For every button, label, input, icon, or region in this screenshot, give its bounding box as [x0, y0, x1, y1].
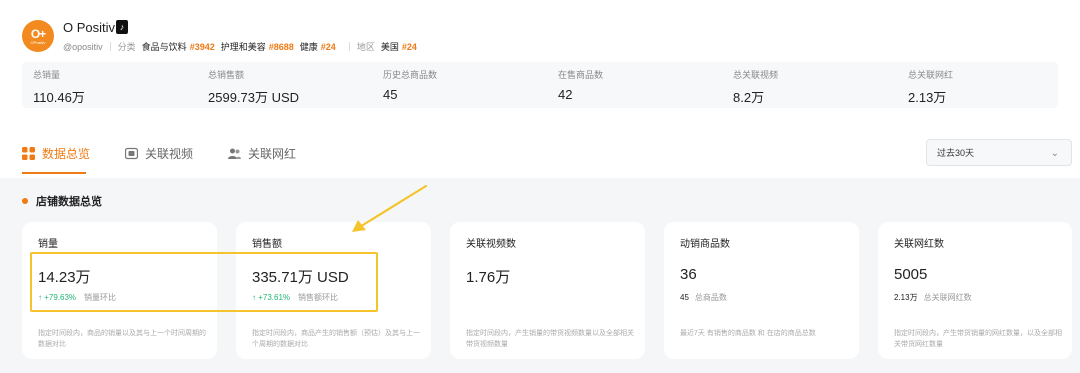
date-range-select[interactable]: 过去30天 ⌄: [926, 139, 1072, 166]
tab-linked-videos[interactable]: 关联视频: [125, 145, 193, 162]
stat-linked-influencers: 总关联网红 2.13万: [908, 68, 953, 106]
sub-label: 总商品数: [694, 293, 727, 302]
stat-label: 总销量: [33, 70, 61, 80]
tab-label: 数据总览: [42, 147, 91, 161]
stat-history-products: 历史总商品数 45: [383, 68, 437, 102]
category-label: 分类: [117, 42, 136, 52]
shop-handle: @opositiv: [63, 41, 103, 52]
delta-label: 销量环比: [84, 293, 117, 302]
tab-bar: 数据总览 关联视频 关联网红: [0, 135, 1080, 175]
users-icon: [228, 148, 241, 159]
card-title: 关联网红数: [894, 239, 944, 250]
region-rank: #24: [401, 41, 417, 52]
stat-total-revenue: 总销售额 2599.73万 USD: [208, 68, 299, 106]
date-range-value: 过去30天: [937, 148, 975, 158]
stat-label: 历史总商品数: [383, 70, 438, 80]
delta-value: ↑ +73.61%: [252, 293, 291, 302]
shop-name: O Positiv: [63, 20, 116, 35]
card-title: 动销商品数: [680, 239, 730, 250]
tab-overview[interactable]: 数据总览: [22, 145, 90, 162]
category-rank: #3942: [189, 41, 215, 52]
metric-card-linked-videos: 关联视频数 1.76万 指定时间段内，产生销量的带货视频数量以及全部相关带货视频…: [450, 222, 645, 359]
delta-label: 销售额环比: [298, 293, 339, 302]
stat-value: 110.46万: [33, 90, 85, 105]
section-title-text: 店铺数据总览: [36, 196, 102, 208]
card-description: 指定时间段内，产生销量的带货视频数量以及全部相关带货视频数量: [466, 330, 634, 348]
annotation-arrow-icon: [352, 184, 428, 232]
card-delta: ↑ +79.63% 销量环比: [38, 292, 116, 303]
stat-label: 总关联视频: [733, 70, 779, 80]
shop-header: O+ OPositiv O Positiv ♪ @opositiv 分类 食品与…: [0, 0, 1080, 135]
shop-avatar[interactable]: O+ OPositiv: [22, 20, 54, 52]
card-sub: 45 总商品数: [680, 292, 727, 303]
card-sub: 2.13万 总关联网红数: [894, 292, 972, 303]
sub-value: 2.13万: [894, 293, 918, 302]
divider: [348, 42, 350, 51]
category-name[interactable]: 健康: [300, 40, 318, 53]
card-description: 指定时间段内，商品的销量以及其与上一个时间周期的数据对比: [38, 330, 206, 348]
grid-icon: [22, 147, 35, 160]
sub-label: 总关联网红数: [923, 293, 972, 302]
tab-linked-influencers[interactable]: 关联网红: [228, 145, 296, 162]
tab-label: 关联网红: [248, 147, 297, 161]
category-rank: #8688: [268, 41, 294, 52]
section-dot: [22, 198, 28, 204]
stat-value: 8.2万: [733, 90, 765, 105]
metric-card-active-products: 动销商品数 36 45 总商品数 最近7天 有销售的商品数 和 在店的商品总数: [664, 222, 859, 359]
summary-stats-bar: 总销量 110.46万 总销售额 2599.73万 USD 历史总商品数 45 …: [22, 62, 1058, 108]
card-description: 最近7天 有销售的商品数 和 在店的商品总数: [680, 330, 816, 337]
category-rank: #24: [320, 41, 336, 52]
card-value: 36: [680, 266, 697, 283]
logo-text: O+: [30, 26, 46, 41]
category-name[interactable]: 护理和美容: [221, 40, 266, 53]
card-description: 指定时间段内，商品产生的销售额（预估）及其与上一个周期的数据对比: [252, 330, 420, 348]
card-value: 335.71万 USD: [252, 269, 349, 286]
card-title: 销量: [38, 239, 58, 250]
video-icon: [125, 147, 138, 160]
metric-card-revenue: 销售额 335.71万 USD ↑ +73.61% 销售额环比 指定时间段内，商品…: [236, 222, 431, 359]
sub-value: 45: [680, 293, 689, 302]
metric-card-sales: 销量 14.23万 ↑ +79.63% 销量环比 指定时间段内，商品的销量以及其与…: [22, 222, 217, 359]
region-label: 地区: [356, 42, 375, 52]
stat-value: 42: [558, 87, 573, 102]
region-name: 美国: [380, 42, 399, 52]
shop-meta-row: @opositiv 分类 食品与饮料 #3942 护理和美容 #8688 健康 …: [63, 40, 423, 53]
tab-label: 关联视频: [145, 147, 194, 161]
card-title: 销售额: [252, 239, 282, 250]
logo-subtext: OPositiv: [30, 39, 46, 45]
stat-total-sales: 总销量 110.46万: [33, 68, 85, 106]
card-description: 指定时间段内，产生带货销量的网红数量，以及全部相关带货网红数量: [894, 330, 1062, 348]
stat-value: 2599.73万 USD: [208, 90, 300, 105]
card-value: 14.23万: [38, 269, 91, 286]
chevron-down-icon: ⌄: [1050, 148, 1059, 159]
stat-value: 45: [383, 87, 398, 102]
stat-label: 总销售额: [208, 70, 245, 80]
stat-label: 在售商品数: [558, 70, 604, 80]
stat-label: 总关联网红: [908, 70, 954, 80]
tiktok-icon[interactable]: ♪: [116, 20, 128, 34]
metric-card-linked-influencers: 关联网红数 5005 2.13万 总关联网红数 指定时间段内，产生带货销量的网红数…: [878, 222, 1072, 359]
card-value: 5005: [894, 266, 928, 283]
section-title: 店铺数据总览: [22, 193, 102, 209]
active-tab-indicator: [22, 172, 86, 174]
divider: [109, 42, 111, 51]
card-delta: ↑ +73.61% 销售额环比: [252, 292, 338, 303]
card-title: 关联视频数: [466, 239, 516, 250]
card-value: 1.76万: [466, 269, 511, 286]
stat-linked-videos: 总关联视频 8.2万: [733, 68, 778, 106]
stat-value: 2.13万: [908, 90, 947, 105]
delta-value: ↑ +79.63%: [38, 293, 77, 302]
category-name[interactable]: 食品与饮料: [142, 40, 187, 53]
stat-onsale-products: 在售商品数 42: [558, 68, 603, 102]
